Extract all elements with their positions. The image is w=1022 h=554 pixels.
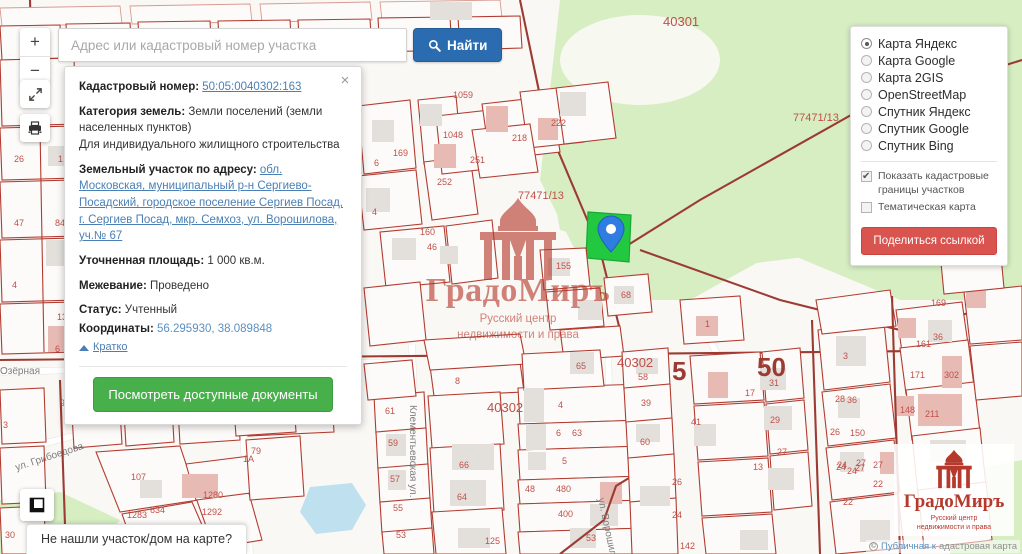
- popup-divider: [79, 366, 347, 368]
- survey-label: Межевание:: [79, 279, 147, 292]
- radio-icon[interactable]: [861, 123, 872, 134]
- copyright-icon: ©: [868, 542, 878, 551]
- search-bar: Найти: [58, 28, 503, 62]
- zoom-in-button[interactable]: +: [20, 28, 50, 56]
- basemap-option-0[interactable]: Карта Яндекс: [861, 35, 997, 52]
- print-control: [20, 114, 50, 142]
- basemap-option-2[interactable]: Карта 2GIS: [861, 69, 997, 86]
- basemap-option-label: Спутник Bing: [878, 138, 954, 153]
- basemap-option-5[interactable]: Спутник Google: [861, 120, 997, 137]
- basemap-option-6[interactable]: Спутник Bing: [861, 137, 997, 154]
- coordinates-label: Координаты:: [79, 323, 154, 336]
- brief-toggle-link[interactable]: Кратко: [79, 340, 128, 356]
- layer-checkbox-label: Тематическая карта: [878, 201, 976, 214]
- fullscreen-control: [20, 80, 50, 108]
- survey-value: Проведено: [149, 279, 210, 292]
- land-category-label: Категория земель:: [79, 105, 186, 118]
- status-value: Учтенный: [124, 304, 178, 317]
- radio-icon[interactable]: [861, 106, 872, 117]
- basemap-option-1[interactable]: Карта Google: [861, 52, 997, 69]
- parcel-info-popup: × Кадастровый номер: 50:05:0040302:163 К…: [64, 66, 362, 426]
- radio-icon[interactable]: [861, 72, 872, 83]
- search-button-label: Найти: [447, 37, 488, 53]
- brief-toggle-label: Кратко: [93, 340, 128, 353]
- layer-panel-divider: [861, 161, 997, 162]
- basemap-option-label: Спутник Google: [878, 121, 969, 136]
- measure-area-icon: [29, 497, 45, 513]
- basemap-option-label: Спутник Яндекс: [878, 104, 971, 119]
- view-documents-button[interactable]: Посмотреть доступные документы: [93, 377, 333, 413]
- search-icon: [428, 39, 441, 52]
- search-input[interactable]: [58, 28, 407, 62]
- status-label: Статус:: [79, 304, 122, 317]
- cadastral-number-label: Кадастровый номер:: [79, 81, 200, 93]
- share-link-button[interactable]: Поделиться ссылкой: [861, 226, 997, 255]
- help-not-found-button[interactable]: Не нашли участок/дом на карте?: [26, 524, 248, 554]
- permitted-use-value: Для индивидуального жилищного строительс…: [79, 139, 340, 152]
- field-status: Статус: Учтенный: [79, 302, 347, 319]
- address-label: Земельный участок по адресу:: [79, 163, 257, 176]
- area-value: 1 000 кв.м.: [207, 255, 265, 268]
- layer-checkbox-0[interactable]: Показать кадастровые границы участков: [861, 168, 997, 199]
- printer-icon: [28, 121, 42, 135]
- field-survey: Межевание: Проведено: [79, 278, 347, 295]
- triangle-up-icon: [79, 344, 89, 351]
- basemap-option-label: Карта Google: [878, 53, 956, 68]
- radio-icon[interactable]: [861, 38, 872, 49]
- attribution: © Публичная к адастровая карта: [865, 540, 1020, 553]
- basemap-option-label: OpenStreetMap: [878, 87, 967, 102]
- layer-checkbox-1[interactable]: Тематическая карта: [861, 199, 997, 217]
- radio-icon[interactable]: [861, 89, 872, 100]
- measure-area-button[interactable]: [20, 489, 54, 521]
- zoom-controls: + −: [20, 28, 50, 84]
- area-label: Уточненная площадь:: [79, 255, 205, 268]
- basemap-option-label: Карта Яндекс: [878, 36, 957, 51]
- radio-icon[interactable]: [861, 140, 872, 151]
- layer-checkbox-label: Показать кадастровые границы участков: [878, 170, 989, 196]
- expand-arrows-icon: [28, 87, 42, 101]
- field-coordinates: Координаты: 56.295930, 38.089848: [79, 321, 347, 338]
- fullscreen-button[interactable]: [20, 80, 50, 108]
- measure-control: [20, 489, 54, 521]
- basemap-option-4[interactable]: Спутник Яндекс: [861, 103, 997, 120]
- selected-parcel-pin[interactable]: [597, 215, 625, 253]
- checkbox-icon[interactable]: [861, 170, 872, 183]
- layer-panel: Карта Яндекс Карта Google Карта 2GIS OpenSt…: [850, 26, 1008, 266]
- checkbox-icon[interactable]: [861, 202, 872, 214]
- cadastral-map-app: .pl { fill: #fdfbf9; stroke: #b23b30; st…: [0, 0, 1022, 554]
- print-button[interactable]: [20, 114, 50, 142]
- field-cadastral-number: Кадастровый номер: 50:05:0040302:163: [79, 79, 347, 96]
- radio-icon[interactable]: [861, 55, 872, 66]
- close-icon[interactable]: ×: [337, 73, 353, 89]
- attribution-rest: адастровая карта: [938, 541, 1017, 552]
- search-button[interactable]: Найти: [413, 28, 503, 62]
- coordinates-value: 56.295930, 38.089848: [157, 323, 273, 336]
- basemap-option-label: Карта 2GIS: [878, 70, 944, 85]
- field-area: Уточненная площадь: 1 000 кв.м.: [79, 253, 347, 270]
- field-land-category: Категория земель: Земли поселений (земли…: [79, 104, 347, 154]
- attribution-link[interactable]: Публичная к: [881, 541, 936, 552]
- cadastral-number-value[interactable]: 50:05:0040302:163: [202, 81, 301, 93]
- basemap-option-3[interactable]: OpenStreetMap: [861, 86, 997, 103]
- layer-checkbox-list: Показать кадастровые границы участков Тем…: [861, 168, 997, 217]
- basemap-list: Карта Яндекс Карта Google Карта 2GIS OpenSt…: [861, 35, 997, 154]
- field-address: Земельный участок по адресу: обл. Москов…: [79, 162, 347, 245]
